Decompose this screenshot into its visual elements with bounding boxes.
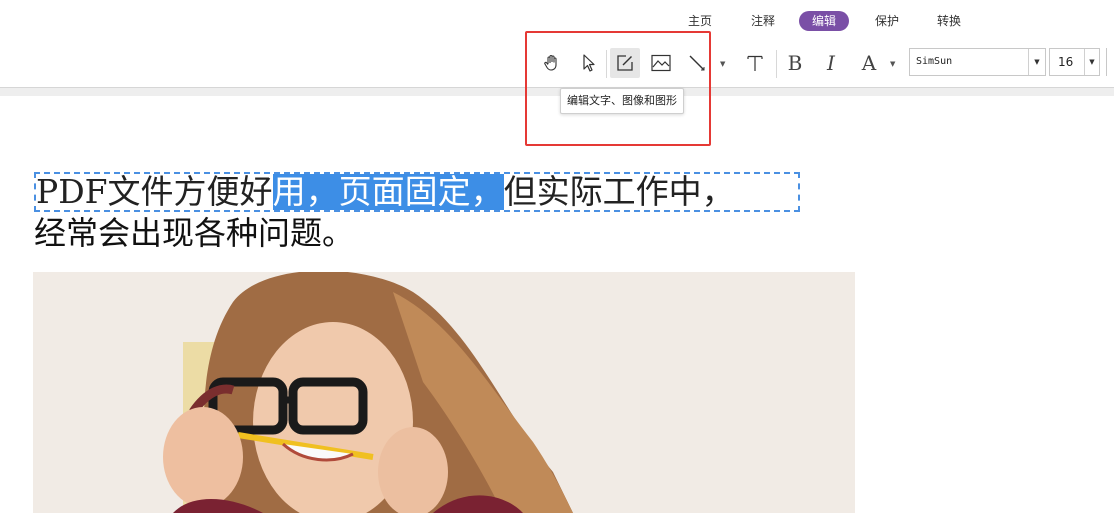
tab-home[interactable]: 主页 <box>688 11 712 31</box>
edit-content-tool-button[interactable] <box>610 48 640 78</box>
selected-text: 用，页面固定， <box>272 172 504 211</box>
font-size-select[interactable]: 16 ▼ <box>1049 48 1100 76</box>
text-segment: 但实际工作中， <box>503 172 735 211</box>
image-icon <box>651 54 671 72</box>
hand-icon <box>544 54 557 71</box>
bold-button[interactable]: B <box>780 48 810 78</box>
tab-annotate[interactable]: 注释 <box>751 11 775 31</box>
font-color-button[interactable]: A <box>854 48 884 78</box>
toolbar-divider <box>606 50 607 78</box>
chevron-down-icon[interactable]: ▼ <box>1028 49 1045 75</box>
tab-convert[interactable]: 转换 <box>937 11 961 31</box>
font-family-select[interactable]: SimSun ▼ <box>909 48 1046 76</box>
italic-button[interactable]: I <box>816 48 846 78</box>
edit-image-tool-button[interactable] <box>646 48 676 78</box>
line-shape-icon <box>689 55 705 71</box>
tab-edit[interactable]: 编辑 <box>799 11 850 31</box>
document-photo[interactable] <box>33 272 855 513</box>
cursor-arrow-icon <box>583 54 595 72</box>
paragraph-line[interactable]: 经常会出现各种问题。 <box>34 213 354 253</box>
add-text-tool-button[interactable] <box>740 48 770 78</box>
tab-protect[interactable]: 保护 <box>875 11 899 31</box>
font-color-caret-icon[interactable]: ▼ <box>890 60 895 68</box>
shape-tool-button[interactable] <box>682 48 712 78</box>
font-size-value: 16 <box>1058 55 1074 69</box>
text-segment: PDF文件方便好 <box>36 172 273 211</box>
woman-biting-pencil-image <box>33 272 855 513</box>
editable-text-box[interactable]: PDF文件方便好用，页面固定，但实际工作中， <box>34 172 800 212</box>
chevron-down-icon[interactable]: ▼ <box>1084 49 1099 75</box>
toolbar-divider <box>1106 48 1107 76</box>
select-tool-button[interactable] <box>573 48 603 78</box>
text-t-icon <box>747 55 763 71</box>
tooltip: 编辑文字、图像和图形 <box>560 88 684 114</box>
ribbon-tabs: 主页 注释 编辑 保护 转换 <box>0 0 1114 40</box>
shape-dropdown-caret-icon[interactable]: ▼ <box>720 60 725 68</box>
document-top-edge <box>0 87 1114 96</box>
toolbar-divider <box>776 50 777 78</box>
font-family-value: SimSun <box>916 56 953 67</box>
hand-tool-button[interactable] <box>537 48 567 78</box>
edit-box-icon <box>617 55 633 71</box>
